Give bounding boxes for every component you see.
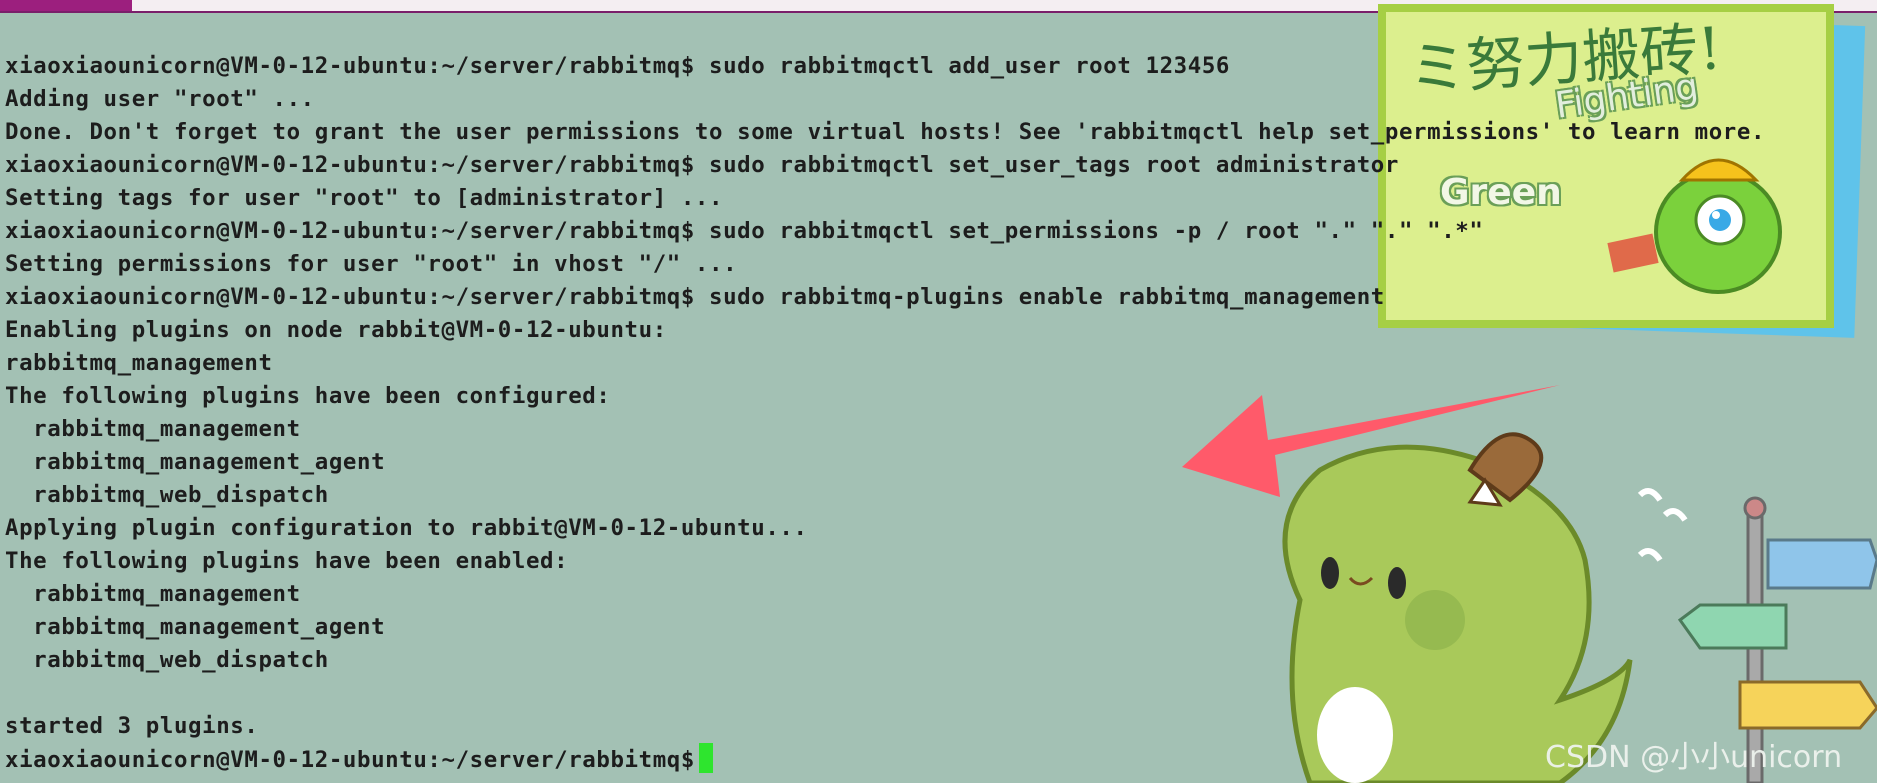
terminal-line: Setting permissions for user "root" in v… <box>5 251 738 277</box>
terminal-prompt: xiaoxiaounicorn@VM-0-12-ubuntu:~/server/… <box>5 747 695 773</box>
terminal-line: Applying plugin configuration to rabbit@… <box>5 515 808 541</box>
terminal-line: rabbitmq_web_dispatch <box>5 647 329 673</box>
terminal-line: xiaoxiaounicorn@VM-0-12-ubuntu:~/server/… <box>5 218 1484 244</box>
terminal-line: rabbitmq_management_agent <box>5 449 386 475</box>
terminal-line: rabbitmq_web_dispatch <box>5 482 329 508</box>
cursor-block-icon[interactable] <box>698 743 713 773</box>
terminal-line: Setting tags for user "root" to [adminis… <box>5 185 724 211</box>
terminal-line: xiaoxiaounicorn@VM-0-12-ubuntu:~/server/… <box>5 284 1385 310</box>
terminal-line: rabbitmq_management <box>5 581 301 607</box>
terminal-line: xiaoxiaounicorn@VM-0-12-ubuntu:~/server/… <box>5 53 1230 79</box>
terminal-tab[interactable] <box>0 0 132 11</box>
terminal-line: Adding user "root" ... <box>5 86 315 112</box>
terminal-line: xiaoxiaounicorn@VM-0-12-ubuntu:~/server/… <box>5 152 1399 178</box>
csdn-watermark: CSDN @小小unicorn <box>1545 740 1843 775</box>
terminal-line: rabbitmq_management <box>5 350 273 376</box>
terminal-output[interactable]: xiaoxiaounicorn@VM-0-12-ubuntu:~/server/… <box>5 50 1877 776</box>
terminal-tab-label <box>0 8 28 17</box>
terminal-line: Done. Don't forget to grant the user per… <box>5 119 1766 145</box>
terminal-line: The following plugins have been configur… <box>5 383 611 409</box>
terminal-line: rabbitmq_management <box>5 416 301 442</box>
terminal-line: Enabling plugins on node rabbit@VM-0-12-… <box>5 317 667 343</box>
terminal-line: rabbitmq_management_agent <box>5 614 386 640</box>
terminal-line: The following plugins have been enabled: <box>5 548 569 574</box>
